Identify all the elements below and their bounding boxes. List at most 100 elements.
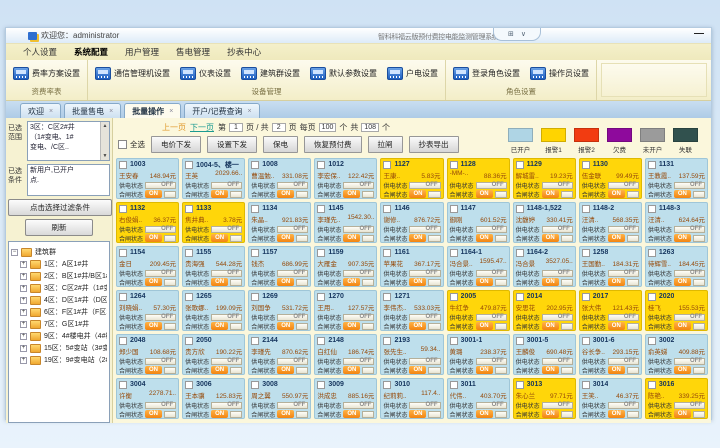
room-card[interactable]: 1131王教霞..137.59元供电状态OFF合闸状态ON [645,158,708,199]
card-checkbox[interactable] [582,337,590,345]
room-card[interactable]: 2020桂飞155.53元供电状态OFF合闸状态ON [645,290,708,331]
card-checkbox[interactable] [582,293,590,301]
card-checkbox[interactable] [251,249,259,257]
room-card[interactable]: 1155贵海强544.28元供电状态OFF合闸状态ON [182,246,245,287]
ribbon-button[interactable]: 登录角色设置 [453,67,520,80]
card-checkbox[interactable] [450,293,458,301]
tree-node[interactable]: +3区：C区2#井（1#变.. [20,283,107,293]
room-card[interactable]: 1271李伟杰..533.03元供电状态OFF合闸状态ON [380,290,443,331]
room-card[interactable]: 3009洪成忠885.16元供电状态OFF合闸状态ON [314,378,377,419]
room-card[interactable]: 3010纪莉莉..117.4..供电状态OFF合闸状态ON [380,378,443,419]
room-card[interactable]: 1148-2汪清..568.35元供电状态OFF合闸状态ON [579,202,642,243]
card-checkbox[interactable] [450,161,458,169]
close-icon[interactable]: × [109,108,113,115]
card-checkbox[interactable] [119,161,127,169]
room-card[interactable]: 3013朱心兰97.71元供电状态OFF合闸状态ON [513,378,576,419]
document-tab[interactable]: 欢迎× [20,103,61,118]
close-icon[interactable]: × [248,108,252,115]
room-card[interactable]: 1270王用..127.57元供电状态OFF合闸状态ON [314,290,377,331]
tree-node[interactable]: +6区：F区1#井（F区1#.. [20,307,107,317]
room-card[interactable]: 1132右俊娟..36.37元供电状态OFF合闸状态ON [116,202,179,243]
ribbon-tab[interactable]: 个人设置 [23,46,57,58]
expand-icon[interactable]: + [20,273,27,280]
card-checkbox[interactable] [383,337,391,345]
card-checkbox[interactable] [317,337,325,345]
room-card[interactable]: 2048郑少国108.68元供电状态OFF合闸状态ON [116,334,179,375]
card-checkbox[interactable] [317,205,325,213]
card-checkbox[interactable] [582,161,590,169]
ribbon-button[interactable]: 通信管理机设置 [95,67,170,80]
room-card[interactable]: 1269刘国争531.72元供电状态OFF合闸状态ON [248,290,311,331]
toolbar-button[interactable]: 设置下发 [207,136,257,153]
ribbon-button[interactable]: 仪表设置 [180,67,231,80]
room-card[interactable]: 1147御刚601.52元供电状态OFF合闸状态ON [447,202,510,243]
room-card[interactable]: 1008曹温勉..331.08元供电状态OFF合闸状态ON [248,158,311,199]
room-card[interactable]: 2014安思花202.95元供电状态OFF合闸状态ON [513,290,576,331]
room-card[interactable]: 1127王康..5.83元供电状态OFF合闸状态ON [380,158,443,199]
toolbar-button[interactable]: 恢复预付费 [304,136,362,153]
room-card[interactable]: 1129解城雷..19.23元供电状态OFF合闸状态ON [513,158,576,199]
room-card[interactable]: 1145李瑾先..1542.30..供电状态OFF合闸状态ON [314,202,377,243]
select-all[interactable]: 全选 [118,139,145,150]
close-icon[interactable]: × [49,108,53,115]
tree-node[interactable]: +9区：4#楼电井（4#楼.. [20,331,107,341]
condition-listbox[interactable]: 新用户,已开户点. [27,164,110,196]
ribbon-button[interactable]: 费率方案设置 [13,67,80,80]
room-card[interactable]: 2144李瑾先870.62元供电状态OFF合闸状态ON [248,334,311,375]
card-checkbox[interactable] [383,161,391,169]
card-checkbox[interactable] [450,337,458,345]
card-checkbox[interactable] [185,381,193,389]
ribbon-tab[interactable]: 系统配置 [74,46,108,58]
card-checkbox[interactable] [516,337,524,345]
room-card[interactable]: 3011代伟..403.70元供电状态OFF合闸状态ON [447,378,510,419]
range-listbox[interactable]: 3区：C区2#井（1#变电、1#变电、/C区.. ▲ ▼ [27,121,110,161]
room-card[interactable]: 1003王安春148.94元供电状态OFF合闸状态ON [116,158,179,199]
ribbon-tab[interactable]: 抄表中心 [227,46,261,58]
tree-node[interactable]: +15区：5#变站（3#变.. [20,343,107,353]
tree-node[interactable]: +1区：A区1#井 [20,259,107,269]
card-checkbox[interactable] [648,337,656,345]
filter-select-button[interactable]: 点击选择过滤条件 [8,199,112,216]
ribbon-tab[interactable]: 用户管理 [125,46,159,58]
room-card[interactable]: 1263待辉雪..184.45元供电状态OFF合闸状态ON [645,246,708,287]
card-checkbox[interactable] [383,293,391,301]
expand-icon[interactable]: + [20,333,27,340]
card-checkbox[interactable] [185,205,193,213]
room-card[interactable]: 1130伍金联99.49元供电状态OFF合闸状态ON [579,158,642,199]
scroll-up-icon[interactable]: ▲ [103,123,108,129]
card-checkbox[interactable] [648,161,656,169]
room-card[interactable]: 2017张大伟121.43元供电状态OFF合闸状态ON [579,290,642,331]
room-card[interactable]: 1004-5、楼一王英2029.66..供电状态OFF合闸状态ON [182,158,245,199]
card-checkbox[interactable] [516,161,524,169]
card-checkbox[interactable] [185,293,193,301]
card-checkbox[interactable] [251,161,259,169]
tree-node[interactable]: +19区：9#变电站（2#.. [20,355,107,365]
refresh-button[interactable]: 刷新 [25,219,93,236]
card-checkbox[interactable] [516,381,524,389]
card-checkbox[interactable] [648,249,656,257]
expand-icon[interactable]: + [20,285,27,292]
room-card[interactable]: 1264刘晓娟..57.30元供电状态OFF合闸状态ON [116,290,179,331]
card-checkbox[interactable] [383,249,391,257]
room-card[interactable]: 2005牛红争479.87元供电状态OFF合闸状态ON [447,290,510,331]
next-page-link[interactable]: 下一页 [190,122,214,133]
prev-page-link[interactable]: 上一页 [162,122,186,133]
room-card[interactable]: 1154金日209.45元供电状态OFF合闸状态ON [116,246,179,287]
ribbon-button[interactable]: 建筑群设置 [241,67,300,80]
room-card[interactable]: 1134朱晶..921.83元供电状态OFF合闸状态ON [248,202,311,243]
room-card[interactable]: 1164-2冯合景3527.05..供电状态OFF合闸状态ON [513,246,576,287]
card-checkbox[interactable] [383,381,391,389]
page-number-box[interactable]: 1 [229,123,243,132]
tree-node[interactable]: +2区：B区1#井/B区1#井 [20,271,107,281]
card-checkbox[interactable] [119,337,127,345]
room-card[interactable]: 3001-6谷长争..293.15元供电状态OFF合闸状态ON [579,334,642,375]
range-scrollbar[interactable]: ▲ ▼ [100,122,109,160]
card-checkbox[interactable] [450,205,458,213]
card-checkbox[interactable] [648,381,656,389]
scroll-down-icon[interactable]: ▼ [103,153,108,159]
ribbon-button[interactable]: 户电设置 [387,67,438,80]
select-all-checkbox[interactable] [118,140,127,149]
card-checkbox[interactable] [119,205,127,213]
card-checkbox[interactable] [185,161,193,169]
room-card[interactable]: 1128-MM-..88.36元供电状态OFF合闸状态ON [447,158,510,199]
